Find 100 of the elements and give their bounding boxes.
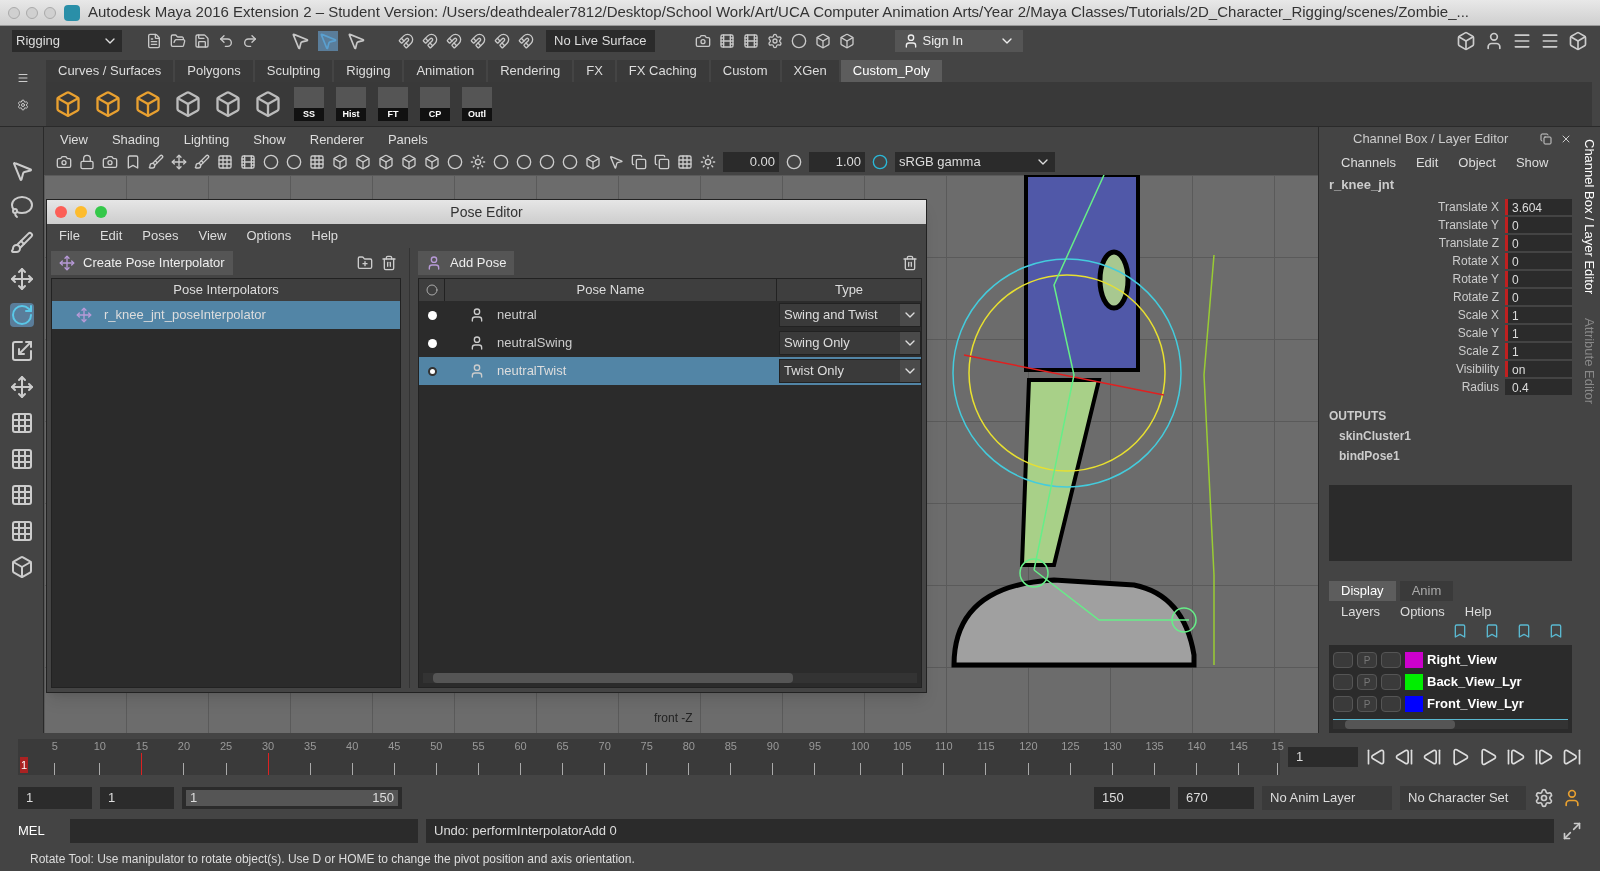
shelf-tool-icon[interactable] bbox=[174, 90, 202, 118]
panel-tool-icon[interactable] bbox=[194, 154, 210, 170]
script-editor-icon[interactable] bbox=[1562, 821, 1582, 841]
select-mode-icon[interactable] bbox=[290, 31, 310, 51]
pose-type-dropdown[interactable]: Twist Only bbox=[779, 359, 921, 383]
menu-item[interactable]: Help bbox=[311, 226, 338, 246]
output-node[interactable]: skinCluster1 bbox=[1329, 427, 1572, 446]
start-frame-field[interactable]: 1 bbox=[18, 787, 92, 809]
panel-menu[interactable]: Panels bbox=[387, 130, 428, 150]
workspace-icon[interactable] bbox=[1484, 31, 1504, 51]
gamma-field[interactable]: 1.00 bbox=[809, 152, 865, 172]
render-icon[interactable] bbox=[766, 33, 783, 49]
panel-tool-icon[interactable] bbox=[378, 154, 394, 170]
workspace-icon[interactable] bbox=[1512, 31, 1532, 51]
shelf-button[interactable]: SS bbox=[294, 87, 324, 121]
type-toggle[interactable] bbox=[1381, 696, 1401, 712]
add-pose-button[interactable]: Add Pose bbox=[418, 251, 515, 275]
render-icon[interactable] bbox=[694, 33, 711, 49]
playback-start-field[interactable]: 1 bbox=[100, 787, 174, 809]
tool-icon[interactable] bbox=[9, 195, 34, 219]
toolbar-icon[interactable] bbox=[170, 33, 186, 49]
side-tab[interactable]: Channel Box / Layer Editor bbox=[1579, 139, 1599, 295]
panel-menu[interactable]: Renderer bbox=[309, 130, 364, 150]
layer-menu[interactable]: Layers bbox=[1341, 601, 1381, 622]
playback-icon[interactable] bbox=[1506, 747, 1526, 767]
workspace-icon[interactable] bbox=[1456, 31, 1476, 51]
command-input-field[interactable] bbox=[70, 819, 418, 843]
panel-tool-icon[interactable] bbox=[286, 154, 302, 170]
pose-row[interactable]: neutralSwing Swing Only bbox=[419, 329, 921, 357]
tool-icon[interactable] bbox=[9, 375, 34, 399]
character-icon[interactable] bbox=[1562, 788, 1582, 808]
playback-icon[interactable] bbox=[1422, 747, 1442, 767]
snap-icon[interactable] bbox=[470, 33, 486, 49]
character-set-dropdown[interactable]: No Character Set bbox=[1400, 786, 1526, 810]
tool-icon[interactable] bbox=[9, 339, 34, 363]
layer-tab[interactable]: Display bbox=[1329, 580, 1396, 601]
layer-action-icon[interactable] bbox=[1516, 622, 1532, 639]
menu-item[interactable]: View bbox=[198, 226, 227, 246]
channel-menu[interactable]: Channels bbox=[1341, 153, 1396, 173]
pose-type-dropdown[interactable]: Swing and Twist bbox=[779, 303, 921, 327]
viewport[interactable] bbox=[44, 175, 1318, 733]
delete-icon[interactable] bbox=[381, 255, 397, 271]
layer-menu[interactable]: Help bbox=[1464, 601, 1492, 622]
snap-icon[interactable] bbox=[494, 33, 510, 49]
column-header[interactable]: Type bbox=[777, 279, 921, 301]
layer-name[interactable]: Right_View bbox=[1427, 650, 1497, 670]
panel-tool-icon[interactable] bbox=[608, 154, 624, 170]
range-slider[interactable]: 1 150 bbox=[182, 787, 402, 809]
shelf-tool-icon[interactable] bbox=[54, 90, 82, 118]
toolbar-icon[interactable] bbox=[194, 33, 210, 49]
layer-name[interactable]: Back_View_Lyr bbox=[1427, 672, 1522, 692]
shelf-tool-icon[interactable] bbox=[214, 90, 242, 118]
current-frame-field[interactable]: 1 bbox=[1288, 747, 1358, 767]
layer-color-swatch[interactable] bbox=[1405, 696, 1423, 712]
channel-value-field[interactable]: 1 bbox=[1508, 342, 1572, 359]
playback-icon[interactable] bbox=[1534, 747, 1554, 767]
shelf-button[interactable]: FT bbox=[378, 87, 408, 121]
layer-color-swatch[interactable] bbox=[1405, 652, 1423, 668]
render-icon[interactable] bbox=[718, 33, 735, 49]
panel-tool-icon[interactable] bbox=[240, 154, 256, 170]
toolbar-icon[interactable] bbox=[242, 33, 258, 49]
layer-menu[interactable]: Options bbox=[1400, 601, 1445, 622]
column-header[interactable]: Pose Name bbox=[445, 279, 777, 301]
tool-icon[interactable] bbox=[9, 447, 34, 471]
panel-menu[interactable]: Shading bbox=[111, 130, 160, 150]
channel-value-field[interactable]: 0 bbox=[1508, 234, 1572, 251]
select-mode-icon[interactable] bbox=[346, 31, 366, 51]
workspace-icon[interactable] bbox=[1540, 31, 1560, 51]
panel-tool-icon[interactable] bbox=[355, 154, 371, 170]
toolbar-icon[interactable] bbox=[146, 33, 162, 49]
shelf-tab[interactable]: FX bbox=[574, 60, 615, 82]
shelf-button[interactable]: CP bbox=[420, 87, 450, 121]
preferences-icon[interactable] bbox=[1534, 788, 1554, 808]
panel-tool-icon[interactable] bbox=[539, 154, 555, 170]
render-icon[interactable] bbox=[790, 33, 807, 49]
panel-tool-icon[interactable] bbox=[125, 154, 141, 170]
shelf-tab[interactable]: Animation bbox=[404, 60, 487, 82]
menu-item[interactable]: Poses bbox=[142, 226, 179, 246]
exposure-field[interactable]: 0.00 bbox=[723, 152, 779, 172]
channel-value-field[interactable]: 3.604 bbox=[1508, 198, 1572, 215]
channel-menu[interactable]: Object bbox=[1458, 153, 1496, 173]
menu-set-dropdown[interactable]: Rigging bbox=[12, 30, 122, 52]
settings-icon[interactable] bbox=[17, 98, 29, 111]
playback-icon[interactable] bbox=[1450, 747, 1470, 767]
playback-icon[interactable] bbox=[1394, 747, 1414, 767]
type-toggle[interactable] bbox=[1381, 674, 1401, 690]
live-surface-field[interactable]: No Live Surface bbox=[546, 30, 655, 52]
panel-tool-icon[interactable] bbox=[79, 154, 95, 170]
channel-value-field[interactable]: 0 bbox=[1508, 216, 1572, 233]
layer-action-icon[interactable] bbox=[1548, 622, 1564, 639]
panel-tool-icon[interactable] bbox=[493, 154, 509, 170]
layer-tab[interactable]: Anim bbox=[1399, 580, 1454, 601]
playback-icon[interactable] bbox=[1562, 747, 1582, 767]
visibility-toggle[interactable] bbox=[1333, 674, 1353, 690]
menu-icon[interactable] bbox=[17, 71, 29, 84]
panel-tool-icon[interactable] bbox=[562, 154, 578, 170]
panel-tool-icon[interactable] bbox=[631, 154, 647, 170]
panel-tool-icon[interactable] bbox=[470, 154, 486, 170]
playback-end-field[interactable]: 150 bbox=[1094, 787, 1170, 809]
panel-tool-icon[interactable] bbox=[56, 154, 72, 170]
